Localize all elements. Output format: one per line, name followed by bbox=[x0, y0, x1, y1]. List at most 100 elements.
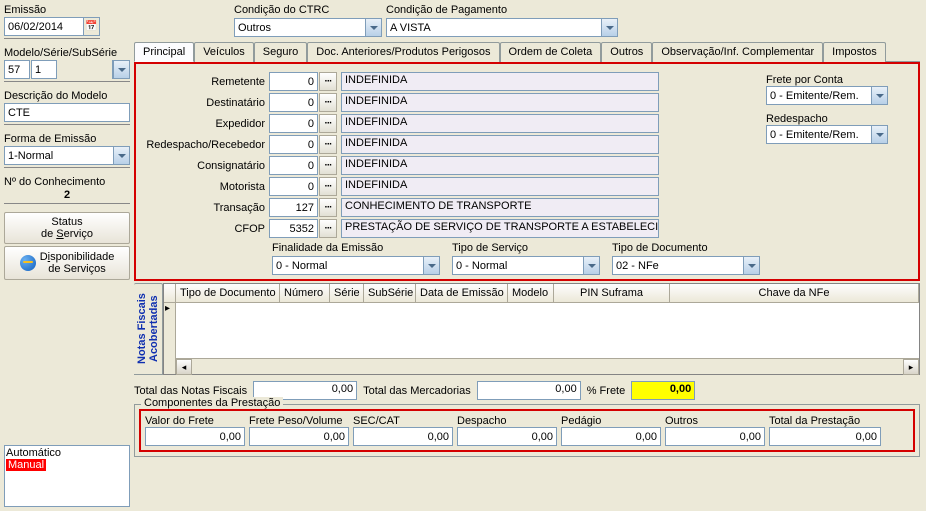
frete-conta-dropdown[interactable]: 0 - Emitente/Rem. bbox=[766, 86, 888, 105]
chevron-down-icon[interactable] bbox=[743, 257, 759, 274]
total-prest-label: Total da Prestação bbox=[769, 415, 881, 427]
col-modelo[interactable]: Modelo bbox=[508, 284, 554, 302]
grid: Tipo de Documento Número Série SubSérie … bbox=[163, 283, 920, 375]
tipo-servico-label: Tipo de Serviço bbox=[452, 242, 610, 254]
col-subserie[interactable]: SubSérie bbox=[364, 284, 416, 302]
vtab-notas-fiscais[interactable]: Notas Fiscais Acobertadas bbox=[134, 283, 163, 375]
condicao-ctrc-dropdown[interactable]: Outros bbox=[234, 18, 382, 37]
col-tipo-doc[interactable]: Tipo de Documento bbox=[176, 284, 280, 302]
emissao-input[interactable] bbox=[4, 17, 84, 36]
redespacho-num[interactable] bbox=[269, 135, 318, 154]
frete-conta-label: Frete por Conta bbox=[766, 74, 843, 86]
list-item-auto[interactable]: Automático bbox=[6, 447, 128, 459]
redespacho-label: Redespacho/Recebedor bbox=[144, 139, 269, 151]
valor-frete-input[interactable] bbox=[145, 427, 245, 446]
valor-frete-label: Valor do Frete bbox=[145, 415, 245, 427]
mode-listbox[interactable]: Automático Manual bbox=[4, 445, 130, 507]
modelo-input-2[interactable] bbox=[31, 60, 57, 79]
tipo-servico-dropdown[interactable]: 0 - Normal bbox=[452, 256, 600, 275]
transacao-num[interactable] bbox=[269, 198, 318, 217]
cfop-desc: PRESTAÇÃO DE SERVIÇO DE TRANSPORTE A EST… bbox=[341, 219, 659, 238]
outros-label: Outros bbox=[665, 415, 765, 427]
status-servico-button[interactable]: Statusde Serviço bbox=[4, 212, 130, 244]
scroll-right-button[interactable]: ▸ bbox=[903, 359, 919, 375]
remetente-lookup-button[interactable]: ··· bbox=[319, 72, 337, 91]
principal-panel: Remetente···INDEFINIDA Destinatário···IN… bbox=[134, 62, 920, 281]
condicao-pag-label: Condição de Pagamento bbox=[386, 4, 618, 16]
pedagio-input[interactable] bbox=[561, 427, 661, 446]
scrollbar-horizontal[interactable]: ◂ ▸ bbox=[164, 358, 919, 374]
tipo-doc-dropdown[interactable]: 02 - NFe bbox=[612, 256, 760, 275]
seccat-input[interactable] bbox=[353, 427, 453, 446]
consignatario-label: Consignatário bbox=[144, 160, 269, 172]
condicao-pag-dropdown[interactable]: A VISTA bbox=[386, 18, 618, 37]
tabs: Principal Veículos Seguro Doc. Anteriore… bbox=[134, 41, 920, 62]
numero-value: 2 bbox=[4, 189, 130, 204]
modelo-label: Modelo/Série/SubSérie bbox=[4, 47, 130, 59]
tab-outros[interactable]: Outros bbox=[601, 42, 652, 62]
ie-icon bbox=[20, 255, 36, 271]
right-pane: Condição do CTRC Outros Condição de Paga… bbox=[134, 0, 926, 511]
destinatario-num[interactable] bbox=[269, 93, 318, 112]
redespacho-side-dropdown[interactable]: 0 - Emitente/Rem. bbox=[766, 125, 888, 144]
col-numero[interactable]: Número bbox=[280, 284, 330, 302]
side-options: Frete por Conta 0 - Emitente/Rem. Redesp… bbox=[766, 74, 896, 144]
calendar-icon[interactable]: 📅 bbox=[84, 17, 100, 36]
destinatario-lookup-button[interactable]: ··· bbox=[319, 93, 337, 112]
modelo-dropdown[interactable] bbox=[112, 60, 130, 79]
redespacho-lookup-button[interactable]: ··· bbox=[319, 135, 337, 154]
chevron-down-icon[interactable] bbox=[583, 257, 599, 274]
transacao-desc: CONHECIMENTO DE TRANSPORTE bbox=[341, 198, 659, 217]
tab-principal[interactable]: Principal bbox=[134, 42, 194, 62]
frete-peso-input[interactable] bbox=[249, 427, 349, 446]
pedagio-label: Pedágio bbox=[561, 415, 661, 427]
cfop-lookup-button[interactable]: ··· bbox=[319, 219, 337, 238]
chevron-down-icon[interactable] bbox=[871, 87, 887, 104]
row-pointer-icon: ▸ bbox=[165, 303, 170, 314]
tipo-doc-label: Tipo de Documento bbox=[612, 242, 770, 254]
seccat-label: SEC/CAT bbox=[353, 415, 453, 427]
grid-body[interactable]: ▸ bbox=[164, 303, 919, 358]
total-prest-input[interactable] bbox=[769, 427, 881, 446]
expedidor-num[interactable] bbox=[269, 114, 318, 133]
tab-ordem-coleta[interactable]: Ordem de Coleta bbox=[500, 42, 602, 62]
outros-input[interactable] bbox=[665, 427, 765, 446]
finalidade-dropdown[interactable]: 0 - Normal bbox=[272, 256, 440, 275]
motorista-lookup-button[interactable]: ··· bbox=[319, 177, 337, 196]
cfop-label: CFOP bbox=[144, 223, 269, 235]
forma-dropdown[interactable]: 1-Normal bbox=[4, 146, 130, 165]
expedidor-lookup-button[interactable]: ··· bbox=[319, 114, 337, 133]
tab-doc-anteriores[interactable]: Doc. Anteriores/Produtos Perigosos bbox=[307, 42, 499, 62]
chevron-down-icon[interactable] bbox=[601, 19, 617, 36]
frete-peso-label: Frete Peso/Volume bbox=[249, 415, 349, 427]
remetente-num[interactable] bbox=[269, 72, 318, 91]
consignatario-lookup-button[interactable]: ··· bbox=[319, 156, 337, 175]
chevron-down-icon[interactable] bbox=[871, 126, 887, 143]
motorista-label: Motorista bbox=[144, 181, 269, 193]
redespacho-side-label: Redespacho bbox=[766, 113, 828, 125]
tab-observacao[interactable]: Observação/Inf. Complementar bbox=[652, 42, 823, 62]
consignatario-desc: INDEFINIDA bbox=[341, 156, 659, 175]
chevron-down-icon[interactable] bbox=[423, 257, 439, 274]
col-data-emissao[interactable]: Data de Emissão bbox=[416, 284, 508, 302]
chevron-down-icon[interactable] bbox=[365, 19, 381, 36]
despacho-input[interactable] bbox=[457, 427, 557, 446]
cfop-num[interactable] bbox=[269, 219, 318, 238]
tab-veiculos[interactable]: Veículos bbox=[194, 42, 254, 62]
emissao-label: Emissão bbox=[4, 4, 130, 16]
descricao-input[interactable] bbox=[4, 103, 130, 122]
col-serie[interactable]: Série bbox=[330, 284, 364, 302]
disponibilidade-button[interactable]: Disponibilidadede Serviços bbox=[4, 246, 130, 280]
col-chave-nfe[interactable]: Chave da NFe bbox=[670, 284, 919, 302]
consignatario-num[interactable] bbox=[269, 156, 318, 175]
motorista-num[interactable] bbox=[269, 177, 318, 196]
col-pin-suframa[interactable]: PIN Suframa bbox=[554, 284, 670, 302]
descricao-label: Descrição do Modelo bbox=[4, 90, 130, 102]
list-item-manual[interactable]: Manual bbox=[6, 459, 128, 471]
chevron-down-icon[interactable] bbox=[113, 147, 129, 164]
modelo-input-1[interactable] bbox=[4, 60, 30, 79]
tab-seguro[interactable]: Seguro bbox=[254, 42, 307, 62]
transacao-lookup-button[interactable]: ··· bbox=[319, 198, 337, 217]
tab-impostos[interactable]: Impostos bbox=[823, 42, 886, 62]
scroll-left-button[interactable]: ◂ bbox=[176, 359, 192, 375]
